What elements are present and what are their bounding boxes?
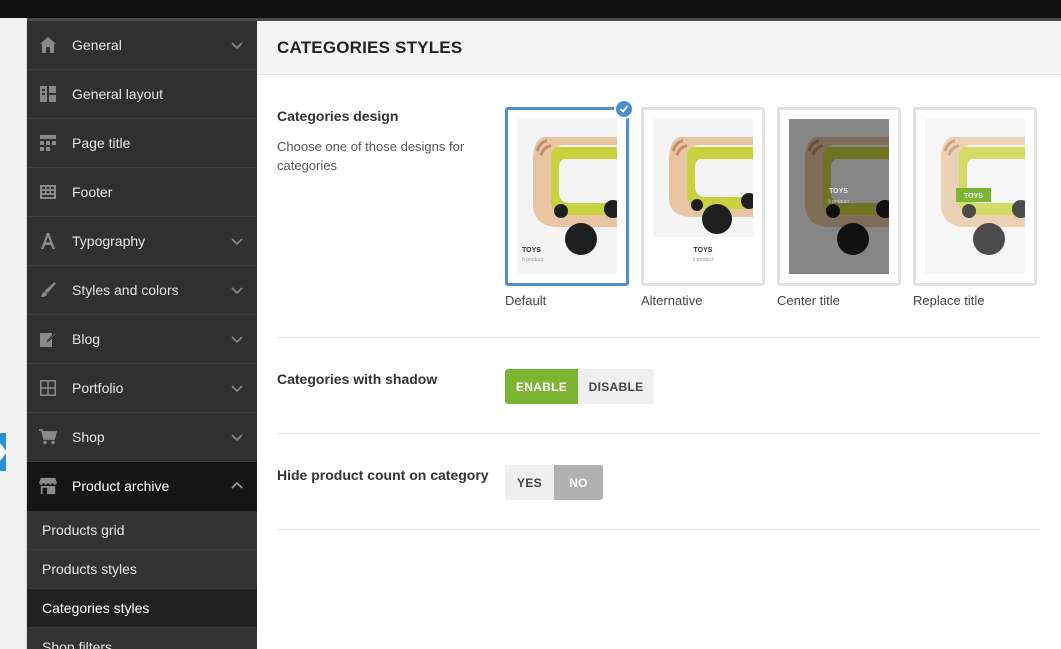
- chevron-down-icon: [231, 238, 243, 246]
- sidebar-item-label: Product archive: [72, 478, 170, 494]
- sidebar-item-typography[interactable]: Typography: [27, 217, 257, 266]
- categories-design-label: Categories design: [277, 108, 399, 124]
- active-notch: [0, 443, 7, 461]
- no-button[interactable]: NO: [554, 465, 603, 500]
- yes-button[interactable]: YES: [505, 465, 554, 500]
- design-option-caption: Center title: [777, 293, 840, 308]
- sidebar-item-label: Page title: [72, 135, 131, 151]
- left-edge-panel: [0, 18, 27, 649]
- categories-design-row: Categories design Choose one of those de…: [277, 76, 1039, 338]
- sidebar-subitem-label: Products styles: [42, 561, 137, 577]
- chevron-down-icon: [231, 385, 243, 393]
- disable-button[interactable]: DISABLE: [578, 369, 654, 404]
- page-title: CATEGORIES STYLES: [277, 37, 463, 57]
- sidebar-subitem-label: Products grid: [42, 522, 125, 538]
- sidebar-item-footer[interactable]: Footer: [27, 168, 257, 217]
- cart-icon: [39, 428, 57, 446]
- thumb-title: TOYS: [522, 247, 541, 254]
- chevron-down-icon: [231, 336, 243, 344]
- selected-check-icon: [614, 99, 634, 119]
- design-option-replace-title[interactable]: TOYS Replace title: [913, 107, 1037, 308]
- shadow-toggle: ENABLE DISABLE: [505, 369, 654, 404]
- sidebar-item-general-layout[interactable]: General layout: [27, 70, 257, 119]
- home-icon: [39, 36, 57, 54]
- sidebar-item-product-archive[interactable]: Product archive: [27, 462, 257, 511]
- design-option-frame: TOYS 5 product: [505, 99, 634, 286]
- layout-icon: [39, 85, 57, 103]
- chevron-down-icon: [231, 42, 243, 50]
- categories-shadow-label: Categories with shadow: [277, 371, 438, 387]
- design-option-center-title[interactable]: TOYS 5 product Center title: [777, 107, 901, 308]
- sidebar-item-label: General: [72, 37, 122, 53]
- sidebar-subitem-products-grid[interactable]: Products grid: [27, 511, 257, 550]
- design-option-caption: Default: [505, 293, 547, 308]
- design-option-caption: Alternative: [641, 293, 703, 308]
- hide-count-label: Hide product count on category: [277, 467, 489, 483]
- design-option-frame: TOYS: [913, 107, 1037, 286]
- thumb-count: 5 product: [828, 199, 849, 205]
- thumb-title: TOYS: [829, 188, 848, 195]
- sidebar-subitem-shop-filters[interactable]: Shop filters: [27, 628, 257, 649]
- top-bar: [0, 0, 1061, 18]
- sidebar-item-general[interactable]: General: [27, 21, 257, 70]
- store-icon: [39, 477, 57, 495]
- chevron-up-icon: [231, 481, 243, 489]
- sidebar-subitem-label: Categories styles: [42, 600, 150, 616]
- thumb-title: TOYS: [964, 193, 983, 200]
- settings-panel: CATEGORIES STYLES Categories design Choo…: [257, 21, 1061, 649]
- sidebar-item-page-title[interactable]: Page title: [27, 119, 257, 168]
- categories-shadow-row: Categories with shadow ENABLE DISABLE: [277, 338, 1039, 434]
- design-option-frame: TOYS 5 product: [641, 107, 765, 286]
- thumb-count: 5 product: [693, 257, 714, 263]
- edit-icon: [39, 330, 57, 348]
- sidebar-subitem-categories-styles[interactable]: Categories styles: [27, 589, 257, 628]
- sidebar-item-label: General layout: [72, 86, 164, 102]
- panel-header: CATEGORIES STYLES: [257, 21, 1061, 75]
- design-option-caption: Replace title: [913, 293, 985, 308]
- sidebar-item-label: Footer: [72, 184, 113, 200]
- chevron-down-icon: [231, 287, 243, 295]
- design-option-alternative[interactable]: TOYS 5 product Alternative: [641, 107, 765, 308]
- typography-icon: [39, 232, 57, 250]
- page-title-icon: [39, 134, 57, 152]
- default-thumbnail: TOYS 5 product: [517, 119, 617, 274]
- replace-title-thumbnail: TOYS: [925, 119, 1025, 274]
- brush-icon: [39, 281, 57, 299]
- design-option-default[interactable]: TOYS 5 product Default: [505, 99, 634, 308]
- sidebar-item-label: Portfolio: [72, 380, 124, 396]
- alternative-thumbnail: TOYS 5 product: [653, 119, 753, 274]
- sidebar-item-shop[interactable]: Shop: [27, 413, 257, 462]
- sidebar-item-label: Typography: [72, 233, 146, 249]
- sidebar-item-label: Styles and colors: [72, 282, 179, 298]
- design-option-frame: TOYS 5 product: [777, 107, 901, 286]
- enable-button[interactable]: ENABLE: [505, 369, 578, 404]
- sidebar-subitem-label: Shop filters: [42, 639, 113, 649]
- options-sidebar: General General layout Page title Footer…: [27, 21, 257, 649]
- grid-icon: [39, 379, 57, 397]
- hide-count-row: Hide product count on category YES NO: [277, 434, 1039, 530]
- categories-design-description: Choose one of those designs for categori…: [277, 139, 465, 173]
- sidebar-item-label: Blog: [72, 331, 101, 347]
- sidebar-item-blog[interactable]: Blog: [27, 315, 257, 364]
- sidebar-item-portfolio[interactable]: Portfolio: [27, 364, 257, 413]
- center-title-thumbnail: TOYS 5 product: [789, 119, 889, 274]
- thumb-count: 5 product: [522, 257, 543, 263]
- chevron-down-icon: [231, 434, 243, 442]
- hide-count-toggle: YES NO: [505, 465, 603, 500]
- sidebar-item-label: Shop: [72, 429, 105, 445]
- sidebar-subitem-products-styles[interactable]: Products styles: [27, 550, 257, 589]
- thumb-title: TOYS: [694, 247, 713, 254]
- sidebar-item-styles-and-colors[interactable]: Styles and colors: [27, 266, 257, 315]
- footer-icon: [39, 183, 57, 201]
